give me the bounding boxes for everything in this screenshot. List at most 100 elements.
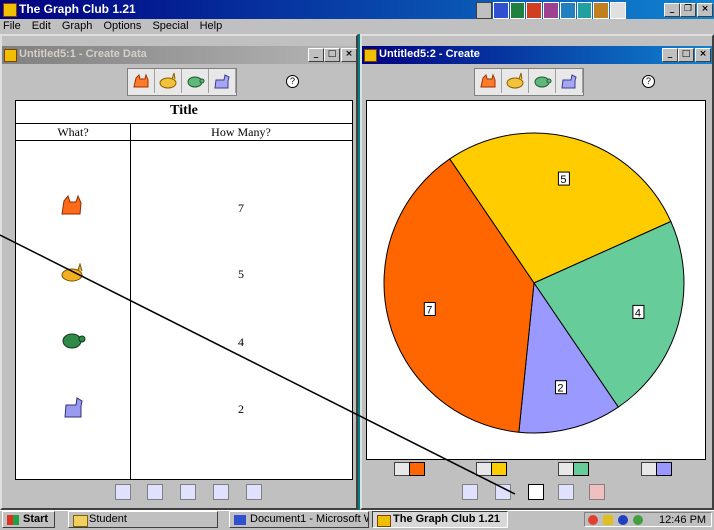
rabbit-icon[interactable] (155, 69, 182, 93)
right-maximize-button[interactable]: □ (678, 48, 694, 62)
animal-picker[interactable] (474, 68, 584, 96)
table-view-icon[interactable] (462, 484, 478, 500)
word-icon[interactable] (492, 2, 509, 19)
volume-icon[interactable] (588, 515, 598, 525)
cat-icon[interactable] (128, 69, 155, 93)
menu-special[interactable]: Special (152, 20, 188, 32)
rabbit-icon[interactable] (502, 69, 529, 93)
folder-icon (73, 515, 88, 527)
create-graph-title: Untitled5:2 - Create (379, 48, 480, 60)
window-logo-icon (4, 49, 17, 62)
start-button[interactable]: Start (2, 511, 55, 528)
left-maximize-button[interactable]: □ (324, 48, 340, 62)
right-help-icon[interactable]: ? (642, 75, 655, 88)
powerpoint-icon[interactable] (526, 2, 543, 19)
pie-label-rabbit: 5 (560, 174, 566, 186)
pie-graph-icon[interactable] (589, 484, 605, 500)
left-minimize-button[interactable]: _ (308, 48, 324, 62)
row-dog-icon[interactable] (62, 395, 86, 422)
chart-area: 5 4 2 7 (366, 100, 706, 460)
app-minimize-button[interactable]: _ (664, 3, 680, 17)
column-what: What? (57, 125, 89, 139)
legend-cat-icon (394, 462, 410, 476)
column-how-many: How Many? (211, 125, 271, 139)
access-icon[interactable] (543, 2, 559, 19)
legend-dog-swatch (656, 462, 672, 476)
row-cat-icon[interactable] (58, 193, 84, 220)
taskbar-graph-club-label: The Graph Club 1.21 (393, 513, 500, 525)
table-title[interactable]: Title (16, 103, 352, 119)
divider (16, 123, 352, 124)
dog-icon[interactable] (556, 69, 583, 93)
app-restore-button[interactable]: ❐ (680, 3, 696, 17)
menu-options[interactable]: Options (103, 20, 141, 32)
pie-graph-icon[interactable] (246, 484, 262, 500)
table-view-icon[interactable] (115, 484, 131, 500)
office-app-icon[interactable] (476, 2, 492, 19)
count-dog[interactable]: 2 (131, 402, 351, 417)
menu-help[interactable]: Help (200, 20, 223, 32)
line-graph-icon[interactable] (213, 484, 229, 500)
line-graph-icon[interactable] (558, 484, 574, 500)
pie-label-dog: 2 (557, 383, 563, 395)
legend-rabbit-icon (476, 462, 492, 476)
animal-picker[interactable] (127, 68, 237, 96)
legend-turtle-swatch (573, 462, 589, 476)
menu-edit[interactable]: Edit (32, 20, 51, 32)
graph-club-icon (377, 515, 391, 527)
app-logo-icon (3, 3, 17, 17)
taskbar-word-label: Document1 - Microsoft Word (250, 513, 368, 525)
cat-icon[interactable] (475, 69, 502, 93)
bar-graph-icon[interactable] (528, 484, 544, 500)
window-logo-icon (364, 49, 377, 62)
pie-chart: 5 4 2 7 (383, 132, 685, 434)
network-icon[interactable] (603, 515, 613, 525)
taskbar-graph-club[interactable]: The Graph Club 1.21 (372, 511, 508, 528)
data-table: Title What? How Many? 7 5 4 2 (15, 100, 353, 480)
excel-icon[interactable] (509, 2, 526, 19)
taskbar-student-label: Student (89, 513, 127, 525)
legend-cat-swatch (409, 462, 425, 476)
row-rabbit-icon[interactable] (60, 262, 86, 286)
divider (16, 140, 352, 141)
right-close-button[interactable]: × (695, 48, 711, 62)
taskbar-student[interactable]: Student (68, 511, 218, 528)
pie-label-turtle: 4 (635, 307, 641, 319)
picture-graph-icon[interactable] (495, 484, 511, 500)
count-rabbit[interactable]: 5 (131, 267, 351, 282)
legend-turtle-icon (558, 462, 574, 476)
binder-icon[interactable] (593, 2, 610, 19)
antivirus-icon[interactable] (618, 515, 628, 525)
create-graph-title-bar: Untitled5:2 - Create _ □ × (362, 46, 712, 64)
count-cat[interactable]: 7 (131, 201, 351, 216)
outlook-icon[interactable] (559, 2, 576, 19)
turtle-icon[interactable] (182, 69, 209, 93)
menu-graph[interactable]: Graph (62, 20, 93, 32)
row-turtle-icon[interactable] (59, 328, 87, 355)
app-close-button[interactable]: × (697, 3, 713, 17)
picture-graph-icon[interactable] (147, 484, 163, 500)
create-data-title: Untitled5:1 - Create Data (19, 48, 147, 60)
divider (130, 123, 131, 479)
publisher-icon[interactable] (576, 2, 593, 19)
app-title: The Graph Club 1.21 (19, 2, 136, 16)
right-minimize-button[interactable]: _ (662, 48, 678, 62)
system-tray: 12:46 PM (584, 512, 712, 527)
clock[interactable]: 12:46 PM (659, 514, 706, 526)
messenger-icon[interactable] (633, 515, 643, 525)
menu-file[interactable]: File (3, 20, 21, 32)
help-assistant-icon[interactable] (610, 2, 627, 19)
office-shortcut-bar[interactable] (476, 2, 627, 19)
bar-graph-icon[interactable] (180, 484, 196, 500)
windows-logo-icon (7, 515, 19, 525)
taskbar-word[interactable]: Document1 - Microsoft Word (229, 511, 369, 528)
dog-icon[interactable] (209, 69, 236, 93)
left-close-button[interactable]: × (341, 48, 357, 62)
start-label: Start (23, 513, 49, 525)
pie-label-cat: 7 (426, 304, 432, 316)
turtle-icon[interactable] (529, 69, 556, 93)
count-turtle[interactable]: 4 (131, 335, 351, 350)
left-help-icon[interactable]: ? (286, 75, 299, 88)
word-icon (234, 515, 246, 525)
legend-dog-icon (641, 462, 657, 476)
